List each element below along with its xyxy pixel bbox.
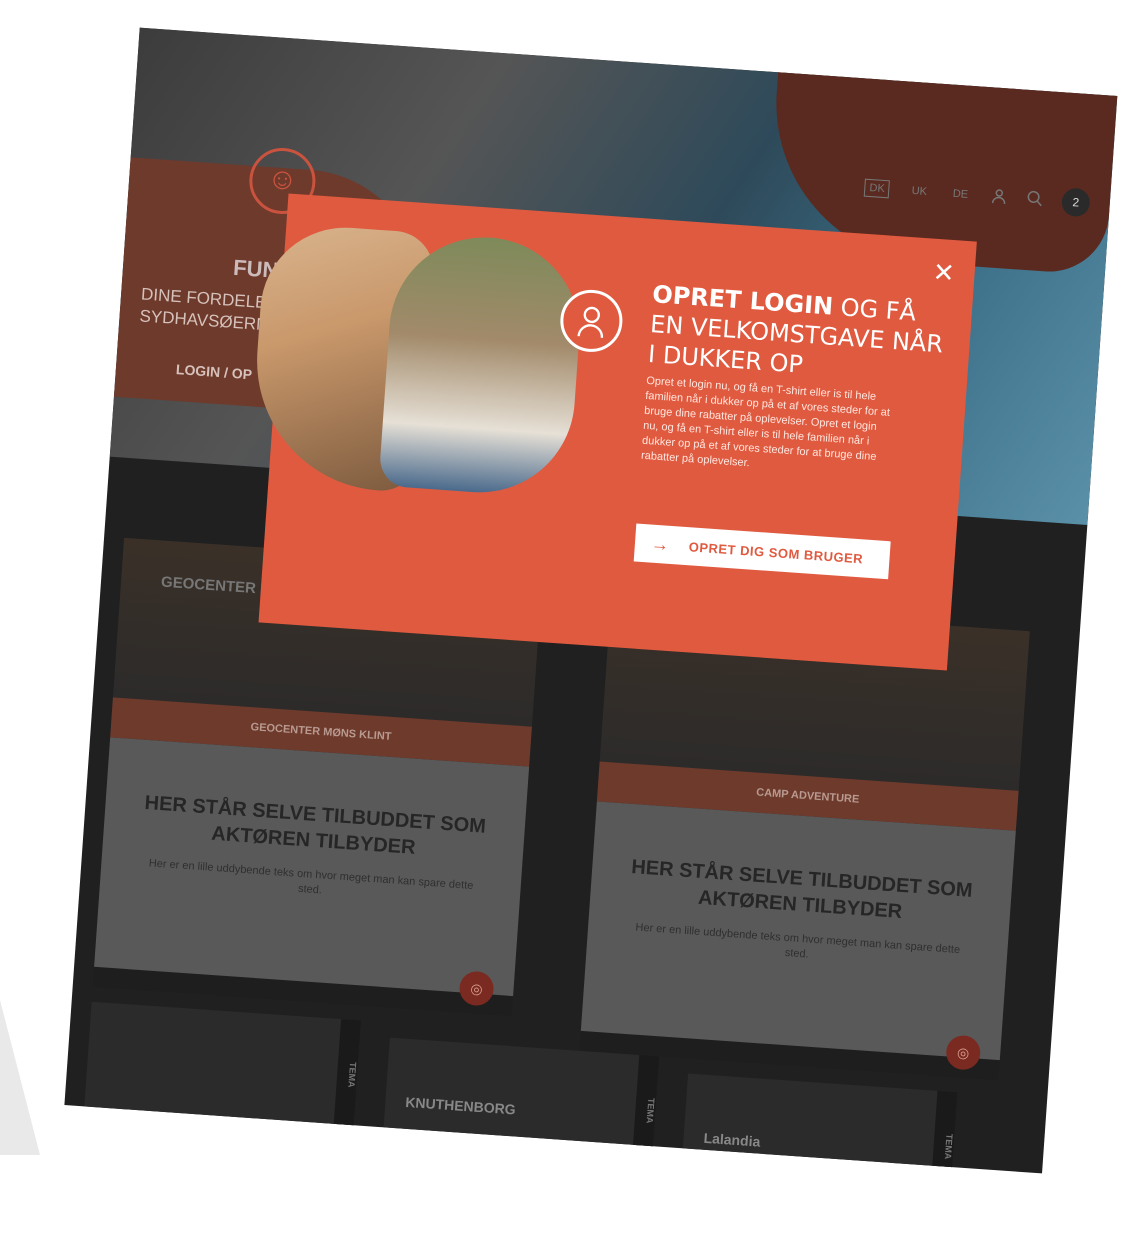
modal-title: OPRET LOGIN OG FÅ EN VELKOMSTGAVE NÅR I …	[647, 279, 953, 390]
theme-tile[interactable]: KNUTHENBORG TEMA	[382, 1037, 660, 1167]
arrow-right-icon: →	[650, 533, 670, 555]
page: DK UK DE 2 ☺ FUN DINE FORDELE SYDHAVSØER…	[64, 27, 1118, 1174]
tile-name: Lalandia	[703, 1129, 761, 1150]
close-icon[interactable]: ✕	[932, 257, 956, 288]
tile-tag: TEMA	[631, 1055, 660, 1167]
tilted-screenshot: DK UK DE 2 ☺ FUN DINE FORDELE SYDHAVSØER…	[0, 20, 1132, 1235]
tile-name: KNUTHENBORG	[404, 1093, 517, 1118]
theme-tile[interactable]: TEMA	[83, 1001, 362, 1131]
offer-card[interactable]: CAMP ADVENTURE HER STÅR SELVE TILBUDDET …	[579, 601, 1030, 1081]
member-login-link[interactable]: LOGIN / OP	[175, 361, 252, 382]
theme-tile[interactable]: Lalandia TEMA	[680, 1073, 958, 1174]
card-body: HER STÅR SELVE TILBUDDET SOM AKTØREN TIL…	[580, 801, 1016, 1061]
search-icon[interactable]	[1025, 188, 1044, 210]
cart-count-badge[interactable]: 2	[1060, 187, 1091, 218]
modal-description: Opret et login nu, og få en T-shirt elle…	[640, 374, 891, 470]
create-user-button-label: OPRET DIG SOM BRUGER	[688, 538, 864, 566]
tile-tag: TEMA	[929, 1090, 958, 1174]
card-heading: HER STÅR SELVE TILBUDDET SOM AKTØREN TIL…	[630, 856, 974, 923]
card-heading: HER STÅR SELVE TILBUDDET SOM AKTØREN TIL…	[143, 791, 487, 859]
lang-uk[interactable]: UK	[907, 183, 931, 201]
card-body: HER STÅR SELVE TILBUDDET SOM AKTØREN TIL…	[94, 737, 530, 997]
user-icon[interactable]	[989, 186, 1008, 208]
heart-photo-collage	[248, 221, 595, 504]
lang-dk[interactable]: DK	[863, 178, 891, 199]
card-text: Her er en lille uddybende teks om hvor m…	[148, 857, 474, 897]
create-user-button[interactable]: → OPRET DIG SOM BRUGER	[633, 523, 891, 580]
signup-modal: ✕ OPRET LOGIN OG FÅ EN VELKOMSTGAVE NÅR …	[248, 193, 977, 671]
lang-de[interactable]: DE	[948, 186, 972, 204]
card-text: Her er en lille uddybende teks om hvor m…	[635, 921, 961, 961]
tile-tag: TEMA	[333, 1019, 362, 1131]
